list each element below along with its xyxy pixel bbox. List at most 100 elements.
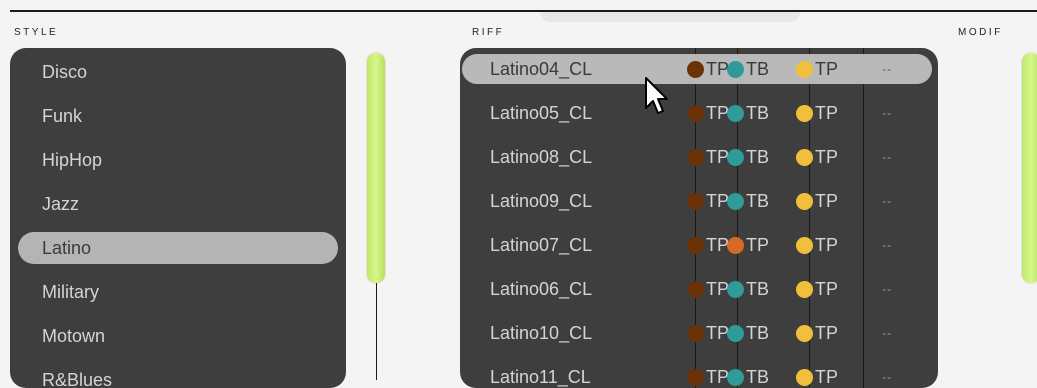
riff-row[interactable]: Latino11_CL TP TB TP -- — [462, 358, 932, 388]
style-item-disco[interactable]: Disco — [18, 56, 338, 88]
channel-indicator[interactable]: TP — [796, 59, 838, 79]
channel-dot-icon — [796, 280, 813, 298]
channel-label: TP — [706, 322, 730, 343]
style-item-rblues[interactable]: R&Blues — [18, 364, 338, 388]
channel-label: TB — [746, 366, 770, 387]
channel-dot-icon — [727, 192, 744, 210]
channel-dot-icon — [687, 280, 704, 298]
style-item-military[interactable]: Military — [18, 276, 338, 308]
channel-indicator[interactable]: TP — [687, 323, 729, 343]
channel-indicator[interactable]: TP — [796, 191, 838, 211]
channel-label: TP — [706, 146, 730, 167]
channel-label: TB — [746, 102, 770, 123]
style-item-hiphop[interactable]: HipHop — [18, 144, 338, 176]
riff-modif-value[interactable]: -- — [882, 358, 892, 388]
channel-dot-icon — [687, 60, 704, 78]
modif-scrollbar[interactable] — [1022, 53, 1037, 283]
channel-label: TP — [706, 366, 730, 387]
channel-dot-icon — [727, 148, 744, 166]
top-tab-shadow — [540, 12, 800, 22]
channel-indicator[interactable]: TP — [796, 367, 838, 387]
channel-indicator[interactable]: TB — [727, 59, 769, 79]
channel-dot-icon — [796, 60, 813, 78]
channel-indicator[interactable]: TP — [796, 103, 838, 123]
riff-row[interactable]: Latino06_CL TP TB TP -- — [462, 270, 932, 302]
riff-modif-value[interactable]: -- — [882, 138, 892, 176]
channel-indicator[interactable]: TB — [727, 147, 769, 167]
riff-modif-value[interactable]: -- — [882, 182, 892, 220]
channel-label: TP — [815, 190, 839, 211]
riff-name: Latino11_CL — [490, 367, 591, 387]
channel-dot-icon — [727, 280, 744, 298]
riff-row[interactable]: Latino05_CL TP TB TP -- — [462, 94, 932, 126]
riff-name: Latino09_CL — [490, 191, 593, 211]
style-item-jazz[interactable]: Jazz — [18, 188, 338, 220]
riff-modif-value[interactable]: -- — [882, 226, 892, 264]
channel-dot-icon — [727, 60, 744, 78]
channel-indicator[interactable]: TP — [796, 279, 838, 299]
channel-dot-icon — [727, 324, 744, 342]
channel-dot-icon — [687, 104, 704, 122]
channel-dot-icon — [796, 148, 813, 166]
riff-modif-value[interactable]: -- — [882, 270, 892, 308]
channel-indicator[interactable]: TP — [687, 235, 729, 255]
channel-label: TB — [746, 58, 770, 79]
channel-indicator[interactable]: TP — [687, 279, 729, 299]
channel-label: TP — [706, 278, 730, 299]
channel-indicator[interactable]: TP — [687, 59, 729, 79]
channel-dot-icon — [796, 324, 813, 342]
channel-label: TP — [815, 322, 839, 343]
style-list[interactable]: Disco Funk HipHop Jazz Latino Military M… — [10, 48, 346, 388]
channel-dot-icon — [687, 192, 704, 210]
style-scrollbar[interactable] — [367, 53, 385, 283]
channel-indicator[interactable]: TP — [687, 103, 729, 123]
riff-section-label: RIFF — [472, 27, 505, 38]
channel-dot-icon — [687, 324, 704, 342]
channel-dot-icon — [727, 368, 744, 386]
style-scroll-track — [376, 283, 377, 380]
channel-indicator[interactable]: TP — [796, 235, 838, 255]
channel-indicator[interactable]: TP — [687, 367, 729, 387]
channel-label: TP — [706, 190, 730, 211]
channel-indicator[interactable]: TP — [727, 235, 769, 255]
channel-indicator[interactable]: TB — [727, 367, 769, 387]
channel-indicator[interactable]: TP — [796, 147, 838, 167]
riff-name: Latino05_CL — [490, 103, 593, 123]
style-item-motown[interactable]: Motown — [18, 320, 338, 352]
riff-row[interactable]: Latino07_CL TP TP TP -- — [462, 226, 932, 258]
channel-label: TP — [706, 102, 730, 123]
channel-label: TP — [706, 234, 730, 255]
channel-indicator[interactable]: TB — [727, 279, 769, 299]
riff-list[interactable]: Latino04_CL TP TB TP -- Latino05_CL TP TB TP -- La… — [460, 48, 938, 388]
channel-indicator[interactable]: TB — [727, 191, 769, 211]
style-item-latino[interactable]: Latino — [18, 232, 338, 264]
channel-indicator[interactable]: TB — [727, 323, 769, 343]
style-item-funk[interactable]: Funk — [18, 100, 338, 132]
channel-label: TP — [815, 366, 839, 387]
channel-label: TP — [815, 234, 839, 255]
style-section-label: STYLE — [14, 27, 59, 38]
riff-row[interactable]: Latino04_CL TP TB TP -- — [462, 50, 932, 84]
channel-indicator[interactable]: TB — [727, 103, 769, 123]
channel-dot-icon — [687, 368, 704, 386]
channel-indicator[interactable]: TP — [796, 323, 838, 343]
channel-dot-icon — [687, 148, 704, 166]
riff-row[interactable]: Latino08_CL TP TB TP -- — [462, 138, 932, 170]
riff-name: Latino07_CL — [490, 235, 593, 255]
riff-modif-value[interactable]: -- — [882, 314, 892, 352]
channel-dot-icon — [796, 236, 813, 254]
riff-row[interactable]: Latino09_CL TP TB TP -- — [462, 182, 932, 214]
channel-label: TP — [815, 278, 839, 299]
riff-name: Latino06_CL — [490, 279, 593, 299]
channel-indicator[interactable]: TP — [687, 147, 729, 167]
modif-section-label: MODIF — [958, 27, 1003, 38]
riff-row[interactable]: Latino10_CL TP TB TP -- — [462, 314, 932, 346]
arrow-pointer-icon — [645, 77, 668, 114]
riff-modif-value[interactable]: -- — [882, 94, 892, 132]
channel-dot-icon — [727, 104, 744, 122]
riff-modif-value[interactable]: -- — [882, 50, 892, 88]
channel-dot-icon — [796, 368, 813, 386]
channel-dot-icon — [796, 192, 813, 210]
riff-name: Latino10_CL — [490, 323, 593, 343]
channel-indicator[interactable]: TP — [687, 191, 729, 211]
